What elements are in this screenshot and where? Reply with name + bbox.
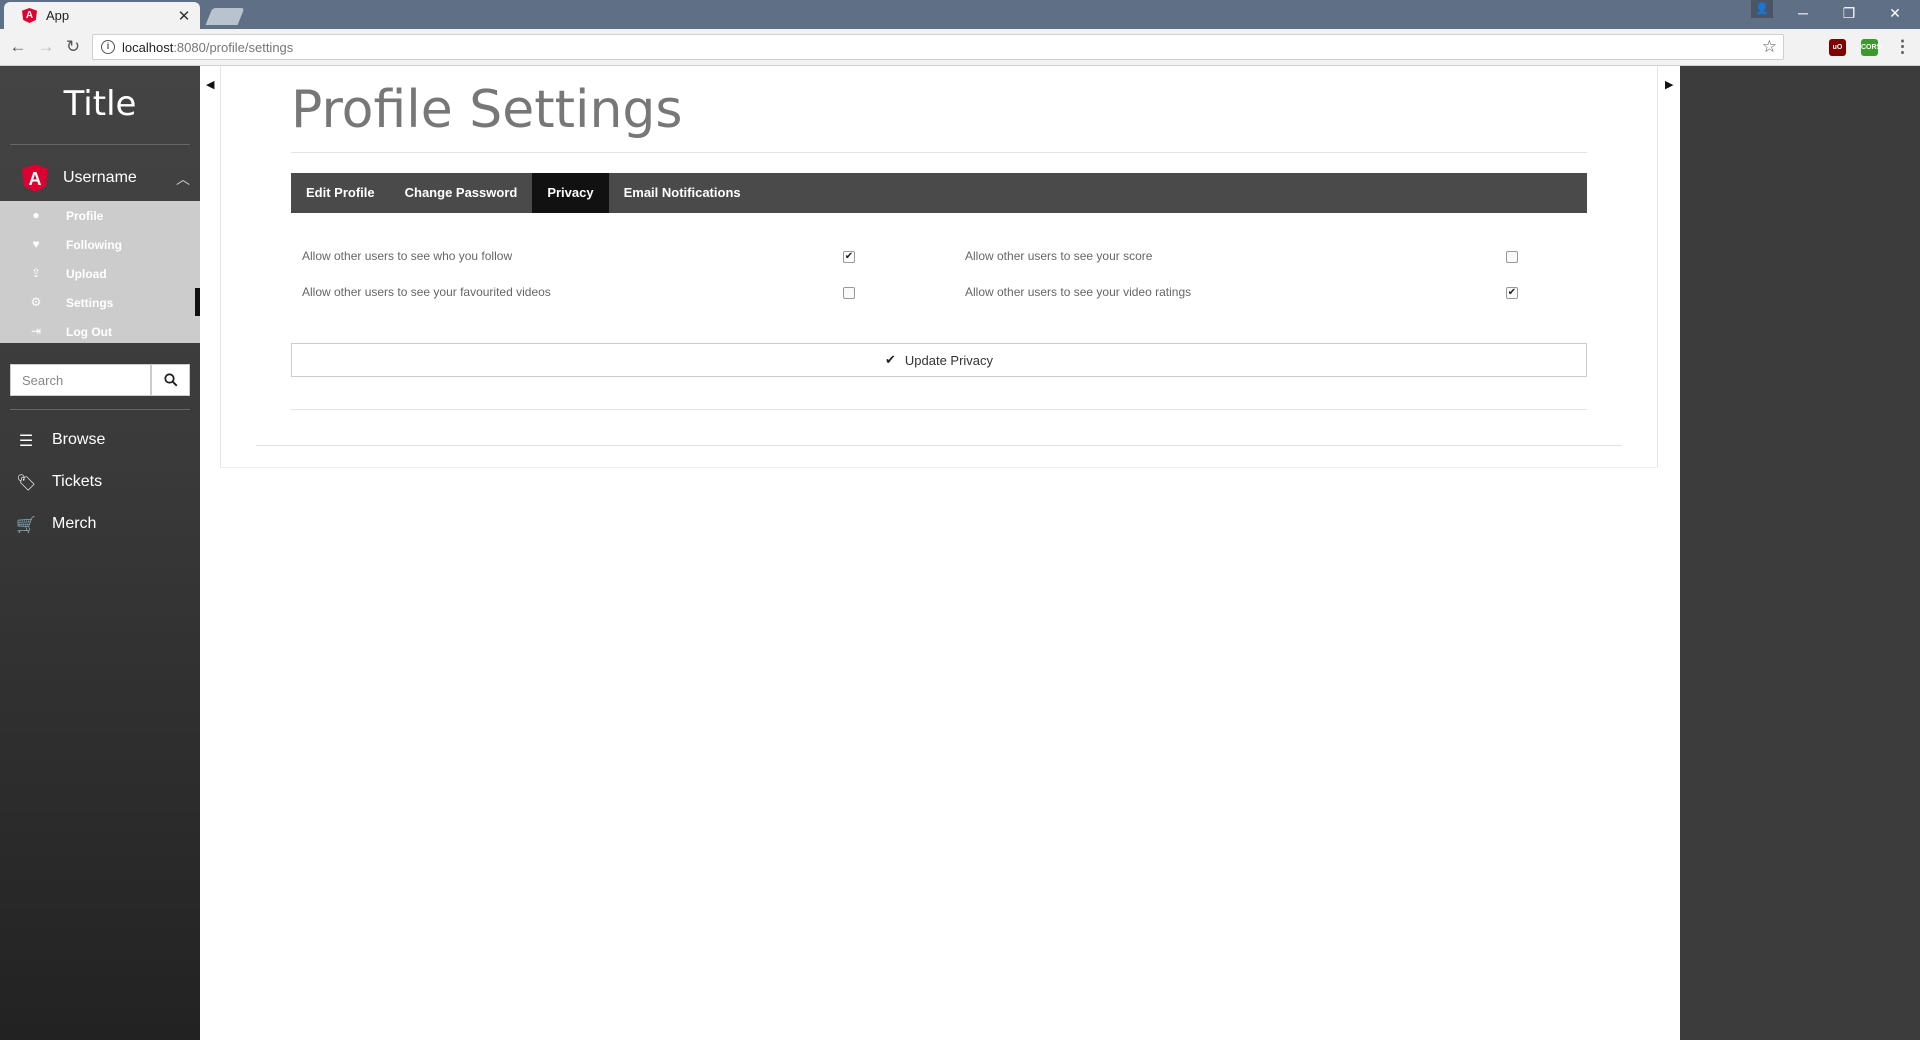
check-icon: ✔ bbox=[884, 352, 896, 367]
right-panel-toggle[interactable]: ▶ bbox=[1657, 66, 1680, 468]
sidebar: Title A Username ︿ ● Profile ♥ Following… bbox=[0, 66, 200, 1040]
ublock-extension-icon[interactable]: uO bbox=[1829, 39, 1846, 56]
divider bbox=[256, 445, 1622, 446]
url-text: localhost:8080/profile/settings bbox=[122, 40, 294, 55]
browser-tab[interactable]: A App ✕ bbox=[4, 2, 200, 29]
gear-icon: ⚙ bbox=[30, 295, 42, 309]
option-label: Allow other users to see who you follow bbox=[302, 249, 513, 263]
left-panel-toggle[interactable]: ◀ bbox=[200, 66, 221, 468]
info-icon[interactable]: i bbox=[101, 40, 115, 54]
caret-right-icon: ▶ bbox=[1665, 79, 1674, 91]
option-label: Allow other users to see your score bbox=[965, 249, 1153, 263]
option-label: Allow other users to see your favourited… bbox=[302, 285, 551, 299]
divider bbox=[221, 467, 1658, 468]
submenu-item-logout[interactable]: ⇥ Log Out bbox=[0, 317, 200, 346]
chevron-up-icon[interactable]: ︿ bbox=[176, 169, 190, 189]
new-tab-button[interactable] bbox=[205, 8, 245, 25]
username: Username bbox=[63, 169, 137, 186]
submenu-label: Profile bbox=[66, 209, 104, 223]
angular-logo-icon: A bbox=[22, 164, 48, 192]
nav-label: Tickets bbox=[52, 473, 103, 490]
browser-toolbar: ← → ↻ i localhost:8080/profile/settings … bbox=[0, 29, 1920, 66]
site-title: Title bbox=[63, 84, 137, 124]
ratings-visibility-checkbox[interactable]: ✔ bbox=[1506, 287, 1518, 299]
submenu-label: Following bbox=[66, 238, 122, 252]
submenu-label: Settings bbox=[66, 296, 114, 310]
reload-icon[interactable]: ↻ bbox=[63, 37, 83, 57]
bookmark-star-icon[interactable]: ☆ bbox=[1762, 37, 1777, 57]
address-bar[interactable]: i localhost:8080/profile/settings ☆ bbox=[92, 34, 1784, 60]
bars-icon: ☰ bbox=[18, 433, 34, 450]
close-window-icon[interactable]: ✕ bbox=[1872, 2, 1918, 24]
divider bbox=[291, 152, 1587, 153]
submenu-item-following[interactable]: ♥ Following bbox=[0, 230, 200, 259]
sidebar-search bbox=[10, 364, 190, 396]
browser-menu-icon[interactable]: ⋮ bbox=[1894, 37, 1911, 57]
restore-icon[interactable]: ❐ bbox=[1826, 2, 1872, 24]
forward-icon[interactable]: → bbox=[36, 37, 56, 57]
user-icon: ● bbox=[32, 208, 40, 222]
tab-edit-profile[interactable]: Edit Profile bbox=[291, 173, 390, 213]
cors-extension-icon[interactable]: CORS bbox=[1861, 39, 1881, 56]
angular-favicon-icon: A bbox=[22, 8, 37, 23]
score-visibility-checkbox[interactable] bbox=[1506, 251, 1518, 263]
update-privacy-label: Update Privacy bbox=[904, 352, 994, 368]
divider bbox=[291, 409, 1587, 410]
back-icon[interactable]: ← bbox=[8, 37, 28, 57]
ticket-icon: 🏷 bbox=[16, 475, 37, 492]
submenu-label: Upload bbox=[66, 267, 107, 281]
user-menu-toggle[interactable]: A Username ︿ bbox=[0, 163, 200, 193]
nav-item-browse[interactable]: ☰ Browse bbox=[0, 423, 200, 457]
submenu-label: Log Out bbox=[66, 325, 112, 339]
submenu-item-upload[interactable]: ⇪ Upload bbox=[0, 259, 200, 288]
upload-icon: ⇪ bbox=[30, 266, 42, 280]
submenu-item-profile[interactable]: ● Profile bbox=[0, 201, 200, 230]
nav-item-tickets[interactable]: 🏷 Tickets bbox=[0, 465, 200, 499]
submenu-item-settings[interactable]: ⚙ Settings bbox=[0, 288, 200, 317]
tab-email-notifications[interactable]: Email Notifications bbox=[609, 173, 756, 213]
heart-icon: ♥ bbox=[32, 237, 40, 251]
settings-tabs: Edit Profile Change Password Privacy Ema… bbox=[291, 173, 1587, 213]
divider bbox=[10, 144, 190, 145]
search-input[interactable] bbox=[10, 364, 151, 396]
user-submenu: ● Profile ♥ Following ⇪ Upload ⚙ Setting… bbox=[0, 201, 200, 343]
close-tab-icon[interactable]: ✕ bbox=[176, 7, 192, 25]
page-title: Profile Settings bbox=[291, 80, 683, 140]
tab-privacy[interactable]: Privacy bbox=[532, 173, 609, 213]
favourites-visibility-checkbox[interactable] bbox=[843, 287, 855, 299]
search-button[interactable] bbox=[151, 364, 190, 396]
tab-change-password[interactable]: Change Password bbox=[390, 173, 533, 213]
update-privacy-button[interactable]: ✔ Update Privacy bbox=[291, 343, 1587, 377]
caret-left-icon: ◀ bbox=[206, 79, 215, 91]
nav-label: Browse bbox=[52, 431, 106, 448]
divider bbox=[10, 409, 190, 410]
minimize-icon[interactable]: ─ bbox=[1780, 2, 1826, 24]
tab-title: App bbox=[46, 8, 70, 23]
sign-out-icon: ⇥ bbox=[30, 324, 42, 338]
search-icon bbox=[163, 373, 178, 387]
cart-icon: 🛒 bbox=[16, 517, 36, 534]
browser-tab-bar: A App ✕ 👤 ─ ❐ ✕ bbox=[0, 0, 1920, 29]
option-label: Allow other users to see your video rati… bbox=[965, 285, 1192, 299]
browser-profile-icon[interactable]: 👤 bbox=[1751, 0, 1773, 18]
nav-label: Merch bbox=[52, 515, 97, 532]
nav-item-merch[interactable]: 🛒 Merch bbox=[0, 507, 200, 541]
follow-visibility-checkbox[interactable]: ✔ bbox=[843, 251, 855, 263]
